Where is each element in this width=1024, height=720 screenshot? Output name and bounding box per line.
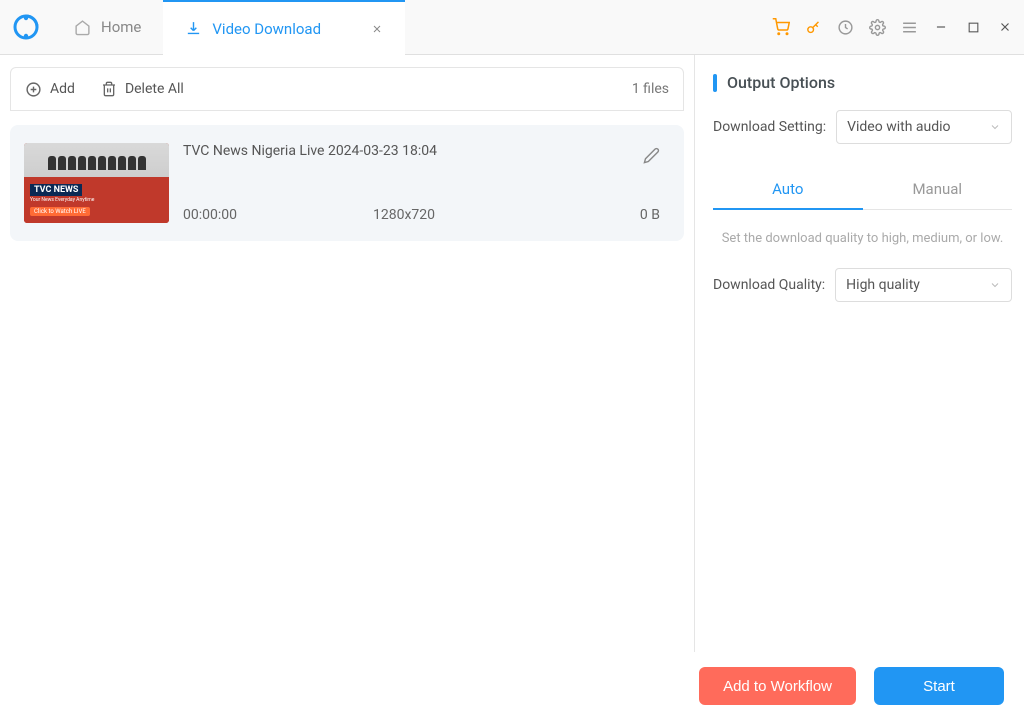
delete-all-label: Delete All [125, 81, 184, 97]
maximize-icon[interactable] [964, 18, 982, 36]
titlebar: Home Video Download [0, 0, 1024, 55]
quality-mode-tabs: Auto Manual [713, 170, 1012, 210]
footer: Add to Workflow Start [0, 652, 1024, 720]
settings-icon[interactable] [868, 18, 886, 36]
item-title: TVC News Nigeria Live 2024-03-23 18:04 [183, 143, 437, 159]
thumb-channel-label: TVC NEWS [30, 184, 82, 196]
close-icon[interactable] [996, 18, 1014, 36]
tab-manual[interactable]: Manual [863, 170, 1013, 209]
tab-home[interactable]: Home [52, 0, 163, 55]
quality-hint: Set the download quality to high, medium… [713, 230, 1012, 248]
download-setting-value: Video with audio [847, 119, 950, 135]
download-quality-label: Download Quality: [713, 277, 825, 293]
tab-video-download[interactable]: Video Download [163, 0, 405, 55]
download-quality-select[interactable]: High quality [835, 268, 1012, 302]
item-duration: 00:00:00 [183, 207, 373, 223]
tab-auto[interactable]: Auto [713, 170, 863, 210]
trash-icon [101, 81, 117, 97]
chevron-down-icon [989, 121, 1001, 133]
add-button[interactable]: Add [25, 81, 75, 98]
download-setting-select[interactable]: Video with audio [836, 110, 1012, 144]
cart-icon[interactable] [772, 18, 790, 36]
item-resolution: 1280x720 [373, 207, 543, 223]
add-label: Add [50, 81, 75, 97]
add-to-workflow-button[interactable]: Add to Workflow [699, 667, 856, 705]
list-toolbar: Add Delete All 1 files [10, 67, 684, 111]
tab-close-icon[interactable] [371, 23, 383, 35]
app-logo-icon [12, 13, 40, 41]
minimize-icon[interactable] [932, 18, 950, 36]
edit-icon[interactable] [643, 147, 660, 164]
home-icon [74, 19, 91, 36]
history-icon[interactable] [836, 18, 854, 36]
plus-icon [25, 81, 42, 98]
output-options-title: Output Options [713, 73, 1012, 92]
main-body: Add Delete All 1 files TVC NEWS Your New… [0, 55, 1024, 652]
video-thumbnail: TVC NEWS Your News Everyday Anytime Clic… [24, 143, 169, 223]
tab-video-download-label: Video Download [212, 20, 321, 38]
output-options-panel: Output Options Download Setting: Video w… [694, 55, 1024, 652]
chevron-down-icon [989, 279, 1001, 291]
download-list-panel: Add Delete All 1 files TVC NEWS Your New… [0, 55, 694, 652]
item-info: TVC News Nigeria Live 2024-03-23 18:04 0… [183, 143, 660, 223]
title-actions [772, 18, 1024, 36]
file-count: 1 files [632, 81, 669, 97]
start-button[interactable]: Start [874, 667, 1004, 705]
tab-home-label: Home [101, 18, 141, 36]
download-quality-value: High quality [846, 277, 920, 293]
download-icon [185, 20, 202, 37]
menu-icon[interactable] [900, 18, 918, 36]
download-item[interactable]: TVC NEWS Your News Everyday Anytime Clic… [10, 125, 684, 241]
download-setting-label: Download Setting: [713, 119, 826, 135]
delete-all-button[interactable]: Delete All [101, 81, 184, 97]
key-icon[interactable] [804, 18, 822, 36]
item-size: 0 B [543, 207, 660, 223]
app-window: Home Video Download [0, 0, 1024, 720]
